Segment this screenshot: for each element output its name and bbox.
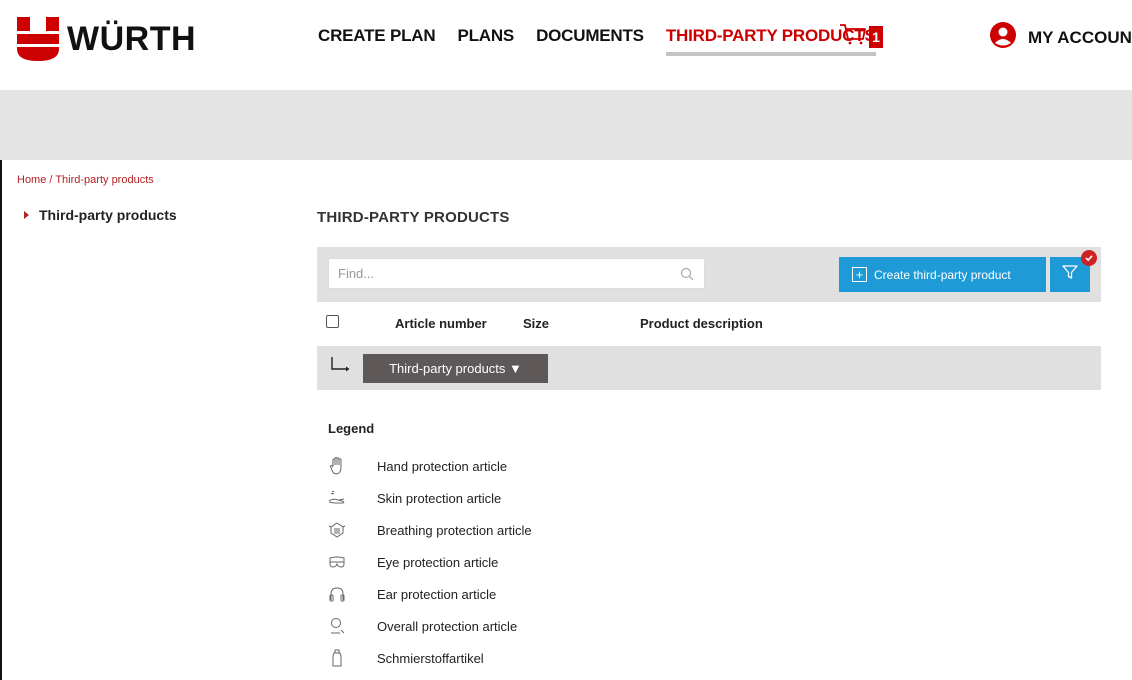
table-header: Article number Size Product description — [317, 313, 1101, 335]
toolbar: + Create third-party product — [317, 247, 1101, 302]
breadcrumb-current[interactable]: Third-party products — [55, 174, 153, 186]
user-icon — [990, 22, 1016, 53]
nav-create-plan[interactable]: CREATE PLAN — [318, 26, 436, 46]
filter-active-check-icon — [1081, 250, 1097, 266]
filter-button[interactable] — [1050, 250, 1097, 292]
filter-icon — [1062, 264, 1078, 285]
legend-item: Eye protection article — [328, 546, 532, 578]
sidebar-item-third-party-products[interactable]: Third-party products — [24, 207, 177, 223]
nav-documents[interactable]: DOCUMENTS — [536, 26, 644, 46]
brand-name: WÜRTH — [67, 20, 197, 58]
legend-label: Breathing protection article — [377, 522, 532, 538]
header-banner — [0, 90, 1132, 160]
subdirectory-arrow-icon — [330, 356, 352, 379]
legend-label: Ear protection article — [377, 586, 497, 602]
nav-plans[interactable]: PLANS — [457, 26, 514, 46]
column-product-description[interactable]: Product description — [640, 316, 763, 331]
legend-title: Legend — [328, 421, 375, 436]
breadcrumb: Home / Third-party products — [17, 174, 154, 186]
breadcrumb-home[interactable]: Home — [17, 174, 46, 186]
lubricant-icon — [328, 648, 346, 668]
search-input[interactable] — [329, 259, 669, 288]
page-title: THIRD-PARTY PRODUCTS — [317, 209, 510, 226]
column-article-number[interactable]: Article number — [395, 316, 487, 331]
group-row: Third-party products ▼ — [317, 346, 1101, 390]
breathing-icon — [328, 520, 346, 540]
legend-label: Schmierstoffartikel — [377, 650, 484, 666]
column-size[interactable]: Size — [523, 316, 549, 331]
plus-icon: + — [852, 267, 867, 282]
main-nav: CREATE PLAN PLANS DOCUMENTS THIRD-PARTY … — [318, 26, 898, 56]
cart-count-badge: 1 — [869, 25, 883, 48]
skin-icon — [328, 488, 346, 508]
caret-right-icon — [24, 211, 29, 219]
wurth-logo-icon — [17, 17, 59, 61]
legend-label: Skin protection article — [377, 490, 502, 506]
create-button-label: Create third-party product — [874, 267, 1011, 282]
site-header: WÜRTH CREATE PLAN PLANS DOCUMENTS THIRD-… — [0, 0, 1132, 90]
select-all-checkbox[interactable] — [326, 315, 339, 328]
hand-icon — [328, 456, 346, 476]
legend-item: Hand protection article — [328, 450, 532, 482]
legend-item: Overall protection article — [328, 610, 532, 642]
ear-protection-icon — [328, 584, 346, 604]
legend-item: Skin protection article — [328, 482, 532, 514]
legend-label: Overall protection article — [377, 618, 518, 634]
eye-icon — [328, 552, 346, 572]
sidebar-item-label: Third-party products — [39, 207, 177, 223]
account-label: MY ACCOUNT — [1028, 27, 1132, 47]
create-third-party-product-button[interactable]: + Create third-party product — [839, 257, 1046, 292]
cart-button[interactable]: 1 — [839, 22, 883, 51]
legend-item: Ear protection article — [328, 578, 532, 610]
legend-label: Hand protection article — [377, 458, 508, 474]
group-dropdown-button[interactable]: Third-party products ▼ — [363, 354, 548, 383]
my-account-link[interactable]: MY ACCOUNT — [990, 22, 1132, 53]
search-icon[interactable] — [680, 267, 694, 286]
search-box — [328, 258, 705, 289]
legend-item: Schmierstoffartikel — [328, 642, 532, 674]
overall-icon — [328, 616, 346, 636]
legend-list: Hand protection article Skin protection … — [328, 450, 532, 674]
breadcrumb-separator: / — [46, 174, 56, 186]
legend-label: Eye protection article — [377, 554, 499, 570]
cart-icon — [839, 22, 867, 51]
legend-item: Breathing protection article — [328, 514, 532, 546]
brand-logo[interactable]: WÜRTH — [17, 17, 196, 61]
